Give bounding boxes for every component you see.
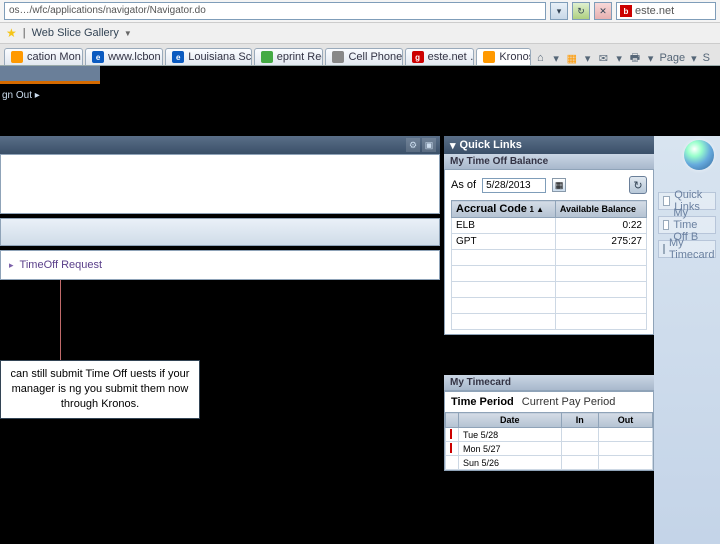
refresh-icon[interactable]: ↻ (629, 176, 647, 194)
page-menu[interactable]: Page (659, 52, 685, 64)
ie-icon: e (92, 51, 104, 63)
timecard-header[interactable]: My Timecard (444, 375, 654, 391)
favorites-link[interactable]: Web Slice Gallery ▼ (32, 27, 132, 39)
mail-icon[interactable]: ✉ (596, 51, 610, 65)
tab-icon (261, 51, 273, 63)
kronos-icon (483, 51, 495, 63)
tab-1[interactable]: ewww.lcbon… (85, 48, 163, 65)
quick-links-header: ▾Quick Links (444, 136, 654, 154)
panel-header: ⚙ ▣ (0, 136, 440, 154)
balance-header[interactable]: My Time Off Balance (444, 154, 654, 170)
tab-icon (11, 51, 23, 63)
gear-icon[interactable]: ⚙ (406, 138, 420, 152)
col-blank (446, 413, 459, 428)
balance-table: Accrual Code 1 ▲ Available Balance ELB0:… (451, 200, 647, 330)
timecard-table: Date In Out Tue 5/28 Mon 5/27 Sun 5/26 (445, 412, 653, 470)
active-module-tab[interactable] (0, 66, 100, 84)
kronos-app: gn Out ▸ ⚙ ▣ ▸ TimeOff Request can still… (0, 66, 720, 544)
time-period-label: Time Period (451, 396, 514, 408)
browser-chrome: os…/wfc/applications/navigator/Navigator… (0, 0, 720, 66)
expand-icon[interactable]: ▣ (422, 138, 436, 152)
favorites-label: | (23, 27, 26, 39)
favorites-bar: ★ | Web Slice Gallery ▼ (0, 23, 720, 44)
table-row (452, 314, 647, 330)
table-row[interactable]: ELB0:22 (452, 218, 647, 234)
tab-strip: cation Mon… ewww.lcbon… eLouisiana Sc… e… (0, 44, 720, 66)
google-icon: g (412, 51, 424, 63)
widget-toggle-balance[interactable]: My Time Off B (658, 216, 716, 234)
panel-subheader (0, 218, 440, 246)
address-input[interactable]: os…/wfc/applications/navigator/Navigator… (4, 2, 546, 20)
search-engine-icon: b (620, 5, 632, 17)
col-accrual-code[interactable]: Accrual Code 1 ▲ (452, 201, 556, 218)
exception-icon (450, 443, 452, 453)
timeoff-request-link[interactable]: TimeOff Request (20, 259, 103, 271)
as-of-label: As of (451, 179, 476, 191)
feed-icon[interactable]: ▦ (565, 51, 579, 65)
table-header-row: Date In Out (446, 413, 653, 428)
checkbox[interactable] (663, 196, 670, 206)
calendar-icon[interactable]: ▦ (552, 178, 566, 192)
quick-links-column: ▾Quick Links My Time Off Balance As of ▦… (444, 136, 654, 544)
favorites-star-icon[interactable]: ★ (6, 26, 17, 40)
table-row[interactable]: Tue 5/28 (446, 428, 653, 442)
exception-icon (450, 429, 452, 439)
chevron-down-icon: ▼ (124, 29, 132, 38)
table-row (452, 282, 647, 298)
tab-4[interactable]: Cell Phones, (325, 48, 402, 65)
callout-annotation: can still submit Time Off uests if your … (0, 360, 200, 419)
table-row[interactable]: GPT275:27 (452, 234, 647, 250)
chevron-down-icon[interactable]: ▾ (450, 139, 456, 152)
table-row (452, 298, 647, 314)
time-period-value: Current Pay Period (522, 396, 616, 408)
time-period-row: Time Period Current Pay Period (445, 392, 653, 412)
table-row[interactable]: Sun 5/26 (446, 456, 653, 470)
table-row (452, 266, 647, 282)
col-out[interactable]: Out (598, 413, 652, 428)
globe-icon[interactable] (684, 140, 714, 170)
print-icon[interactable]: 🖶 (628, 51, 642, 65)
ie-icon: e (172, 51, 184, 63)
callout-pointer (60, 280, 61, 360)
left-column: ⚙ ▣ ▸ TimeOff Request can still submit T… (0, 136, 440, 544)
sort-indicator: 1 ▲ (529, 205, 544, 214)
arrow-icon: ▸ (9, 260, 14, 271)
stop-button[interactable]: ✕ (594, 2, 612, 20)
as-of-date-input[interactable] (482, 178, 546, 193)
tab-2[interactable]: eLouisiana Sc… (165, 48, 252, 65)
as-of-row: As of ▦ ↻ (451, 174, 647, 200)
toolbar-right: ⌂ ▾ ▦ ▾ ✉ ▾ 🖶 ▾ Page ▾ S (533, 51, 716, 65)
col-in[interactable]: In (561, 413, 598, 428)
tab-3[interactable]: eprint Regi (254, 48, 324, 65)
widget-toggle-timecard[interactable]: My Timecard (658, 240, 716, 258)
panel-body-1 (0, 154, 440, 214)
table-row[interactable]: Mon 5/27 (446, 442, 653, 456)
checkbox[interactable] (663, 220, 669, 230)
tab-6-active[interactable]: Kronos (476, 48, 531, 65)
tab-5[interactable]: geste.net … (405, 48, 475, 65)
main-layout: ⚙ ▣ ▸ TimeOff Request can still submit T… (0, 136, 720, 544)
sign-out-link[interactable]: gn Out ▸ (2, 90, 40, 101)
safety-menu[interactable]: S (703, 52, 710, 64)
col-available-balance[interactable]: Available Balance (555, 201, 646, 218)
address-dropdown[interactable]: ▾ (550, 2, 568, 20)
search-engine-label: este.net (635, 5, 674, 17)
table-header-row: Accrual Code 1 ▲ Available Balance (452, 201, 647, 218)
table-row (452, 250, 647, 266)
refresh-button[interactable]: ↻ (572, 2, 590, 20)
phone-icon (332, 51, 344, 63)
timecard-panel: Time Period Current Pay Period Date In O… (444, 391, 654, 471)
checkbox[interactable] (663, 244, 665, 254)
right-sidebar: Quick Links My Time Off B My Timecard (654, 136, 720, 544)
col-date[interactable]: Date (459, 413, 562, 428)
panel-links-row: ▸ TimeOff Request (0, 250, 440, 280)
address-bar-row: os…/wfc/applications/navigator/Navigator… (0, 0, 720, 23)
search-box[interactable]: b este.net (616, 2, 716, 20)
balance-panel: As of ▦ ↻ Accrual Code 1 ▲ Available Bal… (444, 170, 654, 335)
tab-0[interactable]: cation Mon… (4, 48, 83, 65)
home-icon[interactable]: ⌂ (533, 51, 547, 65)
